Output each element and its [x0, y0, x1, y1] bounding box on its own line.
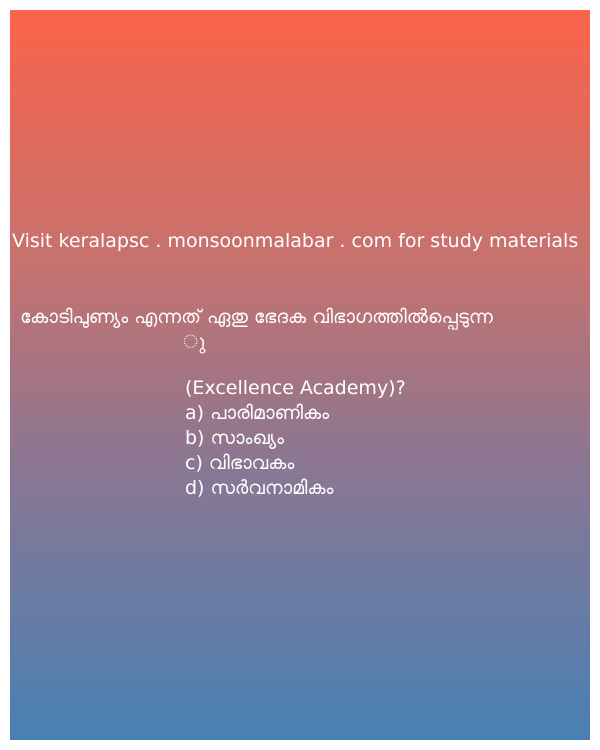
- question-text: കോടിപുണ്യം എന്നത് ഏതു ഭേദക വിഭാഗത്തിൽപ്പ…: [20, 306, 493, 328]
- option-d: d) സർവനാമികം: [185, 477, 334, 499]
- question-text-continuation: ു: [183, 331, 206, 353]
- option-b: b) സാംഖ്യം: [185, 427, 285, 449]
- option-a: a) പാരിമാണികം: [185, 402, 330, 424]
- source-label: (Excellence Academy)?: [185, 377, 406, 399]
- promo-text: Visit keralapsc . monsoonmalabar . com f…: [12, 230, 579, 252]
- option-c: c) വിഭാവകം: [185, 452, 295, 474]
- answer-block: (Excellence Academy)? a) പാരിമാണികം b) സ…: [185, 376, 406, 501]
- question-card: Visit keralapsc . monsoonmalabar . com f…: [10, 10, 590, 740]
